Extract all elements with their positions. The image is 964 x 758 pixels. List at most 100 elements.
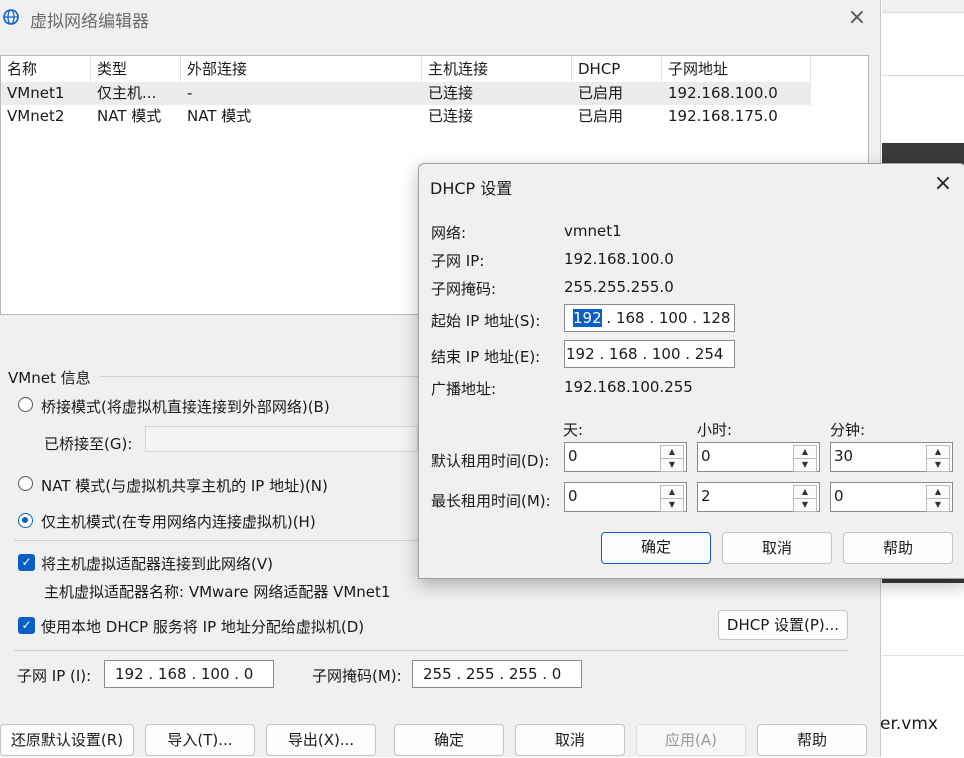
- default-lease-hours-stepper[interactable]: 0 ▲ ▼: [697, 442, 820, 472]
- bridge-mode-label[interactable]: 桥接模式(将虚拟机直接连接到外部网络)(B): [41, 396, 330, 417]
- start-ip-label: 起始 IP 地址(S):: [431, 312, 541, 330]
- subnet-ip-label: 子网 IP:: [431, 252, 485, 270]
- bridge-mode-radio[interactable]: [18, 397, 33, 412]
- default-lease-days-stepper[interactable]: 0 ▲ ▼: [564, 442, 687, 472]
- stepper-up-icon[interactable]: ▲: [793, 445, 817, 459]
- column-header-host[interactable]: 主机连接: [422, 56, 572, 82]
- stepper-down-icon[interactable]: ▼: [793, 498, 817, 512]
- stepper-value: 30: [834, 447, 854, 465]
- stepper-value: 0: [568, 447, 578, 465]
- close-icon[interactable]: ×: [845, 6, 869, 30]
- column-header-subnet[interactable]: 子网地址: [662, 56, 811, 82]
- stepper-down-icon[interactable]: ▼: [793, 458, 817, 472]
- stepper-down-icon[interactable]: ▼: [926, 458, 950, 472]
- table-cell: 已启用: [578, 84, 624, 102]
- dhcp-help-button[interactable]: 帮助: [843, 532, 953, 564]
- table-cell: 192.168.175.0: [668, 107, 778, 125]
- close-icon[interactable]: ×: [931, 172, 955, 196]
- background-file-label: er.vmx: [880, 714, 938, 734]
- dhcp-ok-button[interactable]: 确定: [601, 532, 711, 564]
- connect-adapter-label[interactable]: 将主机虚拟适配器连接到此网络(V): [41, 553, 273, 574]
- use-dhcp-label[interactable]: 使用本地 DHCP 服务将 IP 地址分配给虚拟机(D): [41, 616, 364, 637]
- connect-adapter-checkbox[interactable]: ✓: [18, 554, 35, 571]
- start-ip-rest: . 168 . 100 . 128: [601, 309, 731, 327]
- table-row[interactable]: VMnet2 NAT 模式 NAT 模式 已连接 已启用 192.168.175…: [1, 105, 811, 128]
- table-row[interactable]: VMnet1 仅主机... - 已连接 已启用 192.168.100.0: [1, 82, 811, 105]
- default-lease-minutes-stepper[interactable]: 30 ▲ ▼: [830, 442, 953, 472]
- stepper-up-icon[interactable]: ▲: [926, 485, 950, 499]
- background-tail: [882, 655, 964, 758]
- column-header-external[interactable]: 外部连接: [181, 56, 422, 82]
- stepper-down-icon[interactable]: ▼: [926, 498, 950, 512]
- window-title: 虚拟网络编辑器: [30, 12, 149, 32]
- help-button[interactable]: 帮助: [757, 724, 867, 756]
- ok-button[interactable]: 确定: [394, 724, 504, 756]
- section-divider: [14, 540, 418, 541]
- stepper-up-icon[interactable]: ▲: [926, 445, 950, 459]
- subnet-mask-label: 子网掩码(M):: [312, 667, 402, 685]
- group-divider: [100, 376, 418, 377]
- table-cell: NAT 模式: [97, 107, 162, 125]
- stepper-up-icon[interactable]: ▲: [660, 445, 684, 459]
- table-cell: 192.168.100.0: [668, 84, 778, 102]
- dhcp-cancel-button[interactable]: 取消: [722, 532, 832, 564]
- stepper-down-icon[interactable]: ▼: [660, 458, 684, 472]
- start-ip-input[interactable]: 192 . 168 . 100 . 128: [564, 304, 735, 332]
- table-cell: 已连接: [428, 84, 474, 102]
- broadcast-value: 192.168.100.255: [564, 378, 693, 396]
- subnet-ip-input[interactable]: 192 . 168 . 100 . 0: [104, 660, 274, 688]
- vmnet-info-label: VMnet 信息: [8, 369, 91, 387]
- import-button[interactable]: 导入(T)...: [145, 724, 255, 756]
- max-lease-hours-stepper[interactable]: 2 ▲ ▼: [697, 482, 820, 512]
- column-header-name[interactable]: 名称: [1, 56, 91, 82]
- max-lease-label: 最长租用时间(M):: [431, 492, 551, 510]
- subnet-mask-label: 子网掩码:: [431, 280, 497, 298]
- stepper-up-icon[interactable]: ▲: [793, 485, 817, 499]
- table-cell: -: [187, 84, 193, 102]
- column-header-dhcp[interactable]: DHCP: [572, 56, 662, 82]
- nat-mode-label[interactable]: NAT 模式(与虚拟机共享主机的 IP 地址)(N): [41, 475, 328, 496]
- restore-defaults-button[interactable]: 还原默认设置(R): [0, 724, 134, 756]
- max-lease-days-stepper[interactable]: 0 ▲ ▼: [564, 482, 687, 512]
- table-cell: VMnet2: [7, 107, 65, 125]
- column-header-type[interactable]: 类型: [91, 56, 181, 82]
- background-window-toolbar: [882, 0, 964, 13]
- stepper-up-icon[interactable]: ▲: [660, 485, 684, 499]
- network-label: 网络:: [431, 224, 467, 242]
- dhcp-settings-dialog: DHCP 设置 × 网络: vmnet1 子网 IP: 192.168.100.…: [418, 163, 964, 579]
- minutes-label: 分钟:: [830, 421, 866, 439]
- table-cell: 已启用: [578, 107, 624, 125]
- subnet-ip-value: 192.168.100.0: [564, 250, 674, 268]
- table-cell: 已连接: [428, 107, 474, 125]
- stepper-value: 0: [568, 487, 578, 505]
- dhcp-settings-button[interactable]: DHCP 设置(P)...: [718, 610, 848, 640]
- section-divider: [14, 650, 848, 651]
- table-cell: VMnet1: [7, 84, 65, 102]
- cancel-button[interactable]: 取消: [515, 724, 625, 756]
- stepper-value: 2: [701, 487, 711, 505]
- subnet-mask-value: 255.255.255.0: [564, 278, 674, 296]
- bridged-to-label: 已桥接至(G):: [44, 435, 133, 453]
- adapter-name-text: 主机虚拟适配器名称: VMware 网络适配器 VMnet1: [44, 583, 391, 601]
- host-only-mode-radio[interactable]: [18, 513, 33, 528]
- stepper-value: 0: [701, 447, 711, 465]
- hours-label: 小时:: [697, 421, 733, 439]
- start-ip-selected-octet: 192: [573, 309, 602, 327]
- use-dhcp-checkbox[interactable]: ✓: [18, 617, 35, 634]
- broadcast-label: 广播地址:: [431, 380, 497, 398]
- end-ip-input[interactable]: 192 . 168 . 100 . 254: [564, 340, 735, 368]
- days-label: 天:: [563, 421, 584, 439]
- dialog-title: DHCP 设置: [430, 179, 513, 198]
- subnet-mask-input[interactable]: 255 . 255 . 255 . 0: [412, 660, 582, 688]
- bridged-to-select[interactable]: [145, 426, 418, 452]
- network-value: vmnet1: [564, 222, 622, 240]
- nat-mode-radio[interactable]: [18, 476, 33, 491]
- export-button[interactable]: 导出(X)...: [266, 724, 376, 756]
- background-divider: [882, 75, 964, 76]
- table-cell: NAT 模式: [187, 107, 252, 125]
- apply-button[interactable]: 应用(A): [636, 724, 746, 756]
- stepper-value: 0: [834, 487, 844, 505]
- host-only-mode-label[interactable]: 仅主机模式(在专用网络内连接虚拟机)(H): [41, 511, 316, 532]
- max-lease-minutes-stepper[interactable]: 0 ▲ ▼: [830, 482, 953, 512]
- stepper-down-icon[interactable]: ▼: [660, 498, 684, 512]
